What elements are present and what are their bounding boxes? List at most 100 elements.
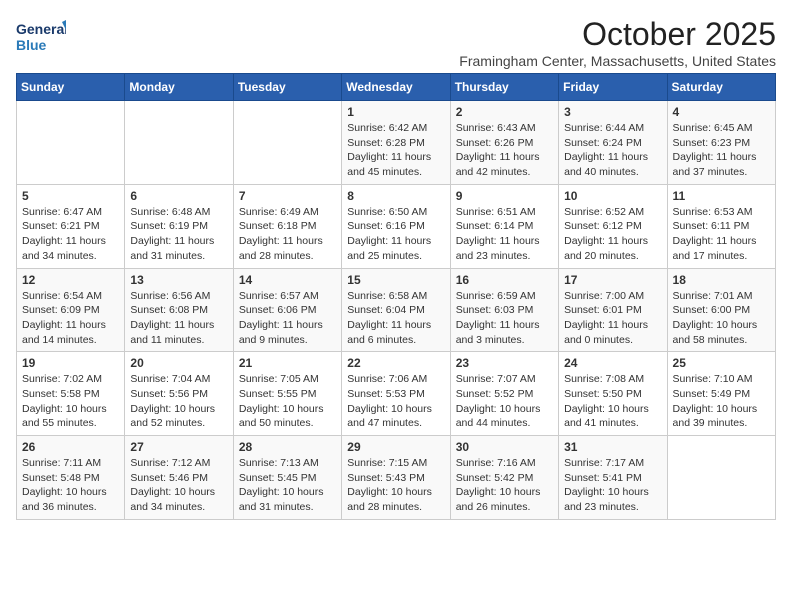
day-info: Sunrise: 6:53 AM Sunset: 6:11 PM Dayligh… xyxy=(673,205,770,264)
day-info: Sunrise: 6:45 AM Sunset: 6:23 PM Dayligh… xyxy=(673,121,770,180)
day-cell: 16 Sunrise: 6:59 AM Sunset: 6:03 PM Dayli… xyxy=(450,268,558,352)
day-cell: 23 Sunrise: 7:07 AM Sunset: 5:52 PM Dayli… xyxy=(450,352,558,436)
week-row-2: 5Sunrise: 6:47 AM Sunset: 6:21 PM Daylig… xyxy=(17,184,776,268)
day-number: 9 xyxy=(456,189,553,203)
header-tuesday: Tuesday xyxy=(233,74,341,101)
day-number: 12 xyxy=(22,273,119,287)
header-sunday: Sunday xyxy=(17,74,125,101)
day-info: Sunrise: 7:07 AM Sunset: 5:52 PM Dayligh… xyxy=(456,372,553,431)
day-cell: 11 Sunrise: 6:53 AM Sunset: 6:11 PM Dayli… xyxy=(667,184,775,268)
day-number: 21 xyxy=(239,356,336,370)
day-info: Sunrise: 7:13 AM Sunset: 5:45 PM Dayligh… xyxy=(239,456,336,515)
day-cell: 12 Sunrise: 6:54 AM Sunset: 6:09 PM Dayli… xyxy=(17,268,125,352)
day-cell: 3Sunrise: 6:44 AM Sunset: 6:24 PM Daylig… xyxy=(559,101,667,185)
week-row-5: 26 Sunrise: 7:11 AM Sunset: 5:48 PM Dayli… xyxy=(17,436,776,520)
day-number: 24 xyxy=(564,356,661,370)
day-cell: 7 Sunrise: 6:49 AM Sunset: 6:18 PM Daylig… xyxy=(233,184,341,268)
day-info: Sunrise: 7:04 AM Sunset: 5:56 PM Dayligh… xyxy=(130,372,227,431)
day-number: 16 xyxy=(456,273,553,287)
day-cell: 21 Sunrise: 7:05 AM Sunset: 5:55 PM Dayli… xyxy=(233,352,341,436)
svg-text:General: General xyxy=(16,21,66,37)
week-row-4: 19 Sunrise: 7:02 AM Sunset: 5:58 PM Dayli… xyxy=(17,352,776,436)
calendar-table: SundayMondayTuesdayWednesdayThursdayFrid… xyxy=(16,73,776,520)
day-cell: 22 Sunrise: 7:06 AM Sunset: 5:53 PM Dayli… xyxy=(342,352,450,436)
day-info: Sunrise: 7:01 AM Sunset: 6:00 PM Dayligh… xyxy=(673,289,770,348)
day-cell xyxy=(667,436,775,520)
week-row-3: 12 Sunrise: 6:54 AM Sunset: 6:09 PM Dayli… xyxy=(17,268,776,352)
week-row-1: 1 Sunrise: 6:42 AM Sunset: 6:28 PM Daylig… xyxy=(17,101,776,185)
header-thursday: Thursday xyxy=(450,74,558,101)
day-number: 8 xyxy=(347,189,444,203)
day-info: Sunrise: 7:02 AM Sunset: 5:58 PM Dayligh… xyxy=(22,372,119,431)
day-info: Sunrise: 6:59 AM Sunset: 6:03 PM Dayligh… xyxy=(456,289,553,348)
day-cell: 17 Sunrise: 7:00 AM Sunset: 6:01 PM Dayli… xyxy=(559,268,667,352)
day-cell: 25 Sunrise: 7:10 AM Sunset: 5:49 PM Dayli… xyxy=(667,352,775,436)
day-info: Sunrise: 7:06 AM Sunset: 5:53 PM Dayligh… xyxy=(347,372,444,431)
day-cell: 2 Sunrise: 6:43 AM Sunset: 6:26 PM Daylig… xyxy=(450,101,558,185)
day-number: 22 xyxy=(347,356,444,370)
day-info: Sunrise: 6:49 AM Sunset: 6:18 PM Dayligh… xyxy=(239,205,336,264)
day-info: Sunrise: 7:12 AM Sunset: 5:46 PM Dayligh… xyxy=(130,456,227,515)
day-info: Sunrise: 7:17 AM Sunset: 5:41 PM Dayligh… xyxy=(564,456,661,515)
svg-text:Blue: Blue xyxy=(16,37,47,53)
title-block: October 2025 Framingham Center, Massachu… xyxy=(459,16,776,69)
day-cell xyxy=(233,101,341,185)
day-info: Sunrise: 6:47 AM Sunset: 6:21 PM Dayligh… xyxy=(22,205,119,264)
day-number: 1 xyxy=(347,105,444,119)
header-monday: Monday xyxy=(125,74,233,101)
day-info: Sunrise: 6:50 AM Sunset: 6:16 PM Dayligh… xyxy=(347,205,444,264)
month-title: October 2025 xyxy=(459,16,776,53)
day-cell: 9Sunrise: 6:51 AM Sunset: 6:14 PM Daylig… xyxy=(450,184,558,268)
day-number: 17 xyxy=(564,273,661,287)
day-info: Sunrise: 7:16 AM Sunset: 5:42 PM Dayligh… xyxy=(456,456,553,515)
day-number: 31 xyxy=(564,440,661,454)
day-info: Sunrise: 6:54 AM Sunset: 6:09 PM Dayligh… xyxy=(22,289,119,348)
day-cell: 4Sunrise: 6:45 AM Sunset: 6:23 PM Daylig… xyxy=(667,101,775,185)
calendar-header-row: SundayMondayTuesdayWednesdayThursdayFrid… xyxy=(17,74,776,101)
day-number: 7 xyxy=(239,189,336,203)
header-saturday: Saturday xyxy=(667,74,775,101)
day-number: 3 xyxy=(564,105,661,119)
day-info: Sunrise: 7:08 AM Sunset: 5:50 PM Dayligh… xyxy=(564,372,661,431)
day-info: Sunrise: 7:15 AM Sunset: 5:43 PM Dayligh… xyxy=(347,456,444,515)
day-number: 13 xyxy=(130,273,227,287)
day-number: 18 xyxy=(673,273,770,287)
day-number: 11 xyxy=(673,189,770,203)
day-info: Sunrise: 7:11 AM Sunset: 5:48 PM Dayligh… xyxy=(22,456,119,515)
day-cell: 30 Sunrise: 7:16 AM Sunset: 5:42 PM Dayli… xyxy=(450,436,558,520)
day-number: 28 xyxy=(239,440,336,454)
day-cell xyxy=(17,101,125,185)
day-cell: 20Sunrise: 7:04 AM Sunset: 5:56 PM Dayli… xyxy=(125,352,233,436)
day-cell: 10Sunrise: 6:52 AM Sunset: 6:12 PM Dayli… xyxy=(559,184,667,268)
day-info: Sunrise: 6:56 AM Sunset: 6:08 PM Dayligh… xyxy=(130,289,227,348)
day-number: 23 xyxy=(456,356,553,370)
day-info: Sunrise: 7:00 AM Sunset: 6:01 PM Dayligh… xyxy=(564,289,661,348)
day-info: Sunrise: 6:42 AM Sunset: 6:28 PM Dayligh… xyxy=(347,121,444,180)
day-number: 10 xyxy=(564,189,661,203)
logo-svg: General Blue xyxy=(16,16,66,60)
day-cell: 15Sunrise: 6:58 AM Sunset: 6:04 PM Dayli… xyxy=(342,268,450,352)
day-cell: 6Sunrise: 6:48 AM Sunset: 6:19 PM Daylig… xyxy=(125,184,233,268)
location-subtitle: Framingham Center, Massachusetts, United… xyxy=(459,53,776,69)
day-number: 30 xyxy=(456,440,553,454)
day-info: Sunrise: 7:05 AM Sunset: 5:55 PM Dayligh… xyxy=(239,372,336,431)
day-cell: 5Sunrise: 6:47 AM Sunset: 6:21 PM Daylig… xyxy=(17,184,125,268)
day-cell: 31 Sunrise: 7:17 AM Sunset: 5:41 PM Dayli… xyxy=(559,436,667,520)
day-cell: 28 Sunrise: 7:13 AM Sunset: 5:45 PM Dayli… xyxy=(233,436,341,520)
day-info: Sunrise: 6:58 AM Sunset: 6:04 PM Dayligh… xyxy=(347,289,444,348)
day-number: 26 xyxy=(22,440,119,454)
day-cell: 24 Sunrise: 7:08 AM Sunset: 5:50 PM Dayli… xyxy=(559,352,667,436)
day-info: Sunrise: 7:10 AM Sunset: 5:49 PM Dayligh… xyxy=(673,372,770,431)
day-info: Sunrise: 6:57 AM Sunset: 6:06 PM Dayligh… xyxy=(239,289,336,348)
day-cell: 29Sunrise: 7:15 AM Sunset: 5:43 PM Dayli… xyxy=(342,436,450,520)
header-wednesday: Wednesday xyxy=(342,74,450,101)
day-cell: 14Sunrise: 6:57 AM Sunset: 6:06 PM Dayli… xyxy=(233,268,341,352)
day-cell: 8 Sunrise: 6:50 AM Sunset: 6:16 PM Daylig… xyxy=(342,184,450,268)
day-number: 19 xyxy=(22,356,119,370)
day-cell: 19 Sunrise: 7:02 AM Sunset: 5:58 PM Dayli… xyxy=(17,352,125,436)
day-info: Sunrise: 6:43 AM Sunset: 6:26 PM Dayligh… xyxy=(456,121,553,180)
day-number: 2 xyxy=(456,105,553,119)
day-number: 25 xyxy=(673,356,770,370)
day-cell xyxy=(125,101,233,185)
day-cell: 18 Sunrise: 7:01 AM Sunset: 6:00 PM Dayli… xyxy=(667,268,775,352)
